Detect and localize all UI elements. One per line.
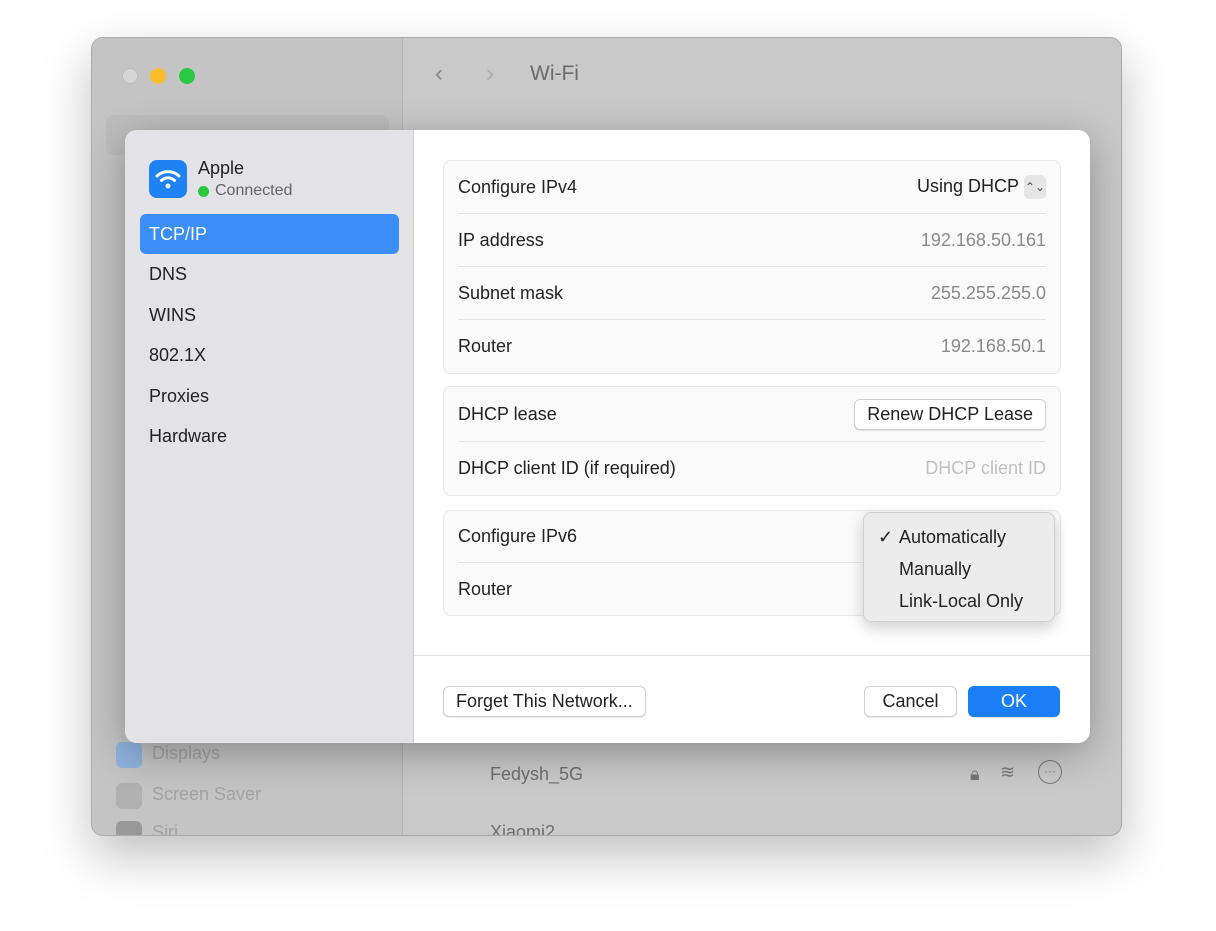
siri-icon xyxy=(116,821,142,835)
status-label: Connected xyxy=(215,182,293,199)
ip-address-row: IP address 192.168.50.161 xyxy=(458,214,1046,267)
configure-ipv4-select[interactable]: Using DHCP ⌃⌄ xyxy=(917,175,1046,199)
configure-ipv4-value: Using DHCP xyxy=(916,175,1019,196)
configure-ipv6-label: Configure IPv6 xyxy=(458,526,578,546)
sidebar-item-displays[interactable]: Displays xyxy=(152,743,220,764)
network-fedysh-5g[interactable]: Fedysh_5G xyxy=(490,764,583,785)
configure-ipv4-label: Configure IPv4 xyxy=(458,176,578,197)
displays-icon xyxy=(116,742,142,768)
menu-item-automatically[interactable]: ✓ Automatically xyxy=(864,521,1054,553)
network-xiaomi2[interactable]: Xiaomi2 xyxy=(490,822,555,835)
dhcp-group: DHCP lease Renew DHCP Lease DHCP client I… xyxy=(443,386,1061,496)
cancel-button[interactable]: Cancel xyxy=(864,686,957,717)
screen-saver-icon xyxy=(116,783,142,809)
ipv4-group: Configure IPv4 Using DHCP ⌃⌄ IP address 192… xyxy=(443,160,1061,374)
zoom-window-button[interactable] xyxy=(179,68,195,84)
dialog-footer: Forget This Network... Cancel OK xyxy=(414,655,1090,743)
lock-icon: 🔒︎ xyxy=(970,764,980,784)
subnet-mask-value: 255.255.255.0 xyxy=(930,282,1046,303)
wifi-signal-icon: ≋ xyxy=(1000,762,1016,782)
more-icon[interactable]: ··· xyxy=(1038,760,1062,784)
sidebar-item-8021x[interactable]: 802.1X xyxy=(140,335,399,375)
ip-address-label: IP address xyxy=(458,229,544,250)
network-name: Apple xyxy=(198,158,245,178)
chevron-up-down-icon: ⌃⌄ xyxy=(1024,175,1046,199)
minimize-window-button[interactable] xyxy=(150,68,166,84)
menu-item-label: Automatically xyxy=(899,527,1007,547)
forget-network-button[interactable]: Forget This Network... xyxy=(443,686,646,717)
network-details-dialog: Apple Connected TCP/IP DNS WINS 802.1X P… xyxy=(125,130,1090,743)
sidebar-item-tcpip[interactable]: TCP/IP xyxy=(140,214,399,254)
router-value: 192.168.50.1 xyxy=(940,336,1046,356)
close-window-button[interactable] xyxy=(122,68,138,84)
renew-dhcp-lease-button[interactable]: Renew DHCP Lease xyxy=(854,398,1046,430)
menu-item-manually[interactable]: Manually xyxy=(864,553,1054,585)
forward-icon[interactable]: › xyxy=(486,60,494,88)
subnet-mask-label: Subnet mask xyxy=(458,282,564,303)
configure-ipv4-row: Configure IPv4 Using DHCP ⌃⌄ xyxy=(458,161,1046,214)
sidebar-item-dns[interactable]: DNS xyxy=(140,254,399,294)
ipv6-router-label: Router xyxy=(458,578,513,599)
connection-status: Connected xyxy=(198,182,292,200)
router-label: Router xyxy=(458,336,513,356)
router-row: Router 192.168.50.1 xyxy=(458,320,1046,373)
dhcp-client-id-row: DHCP client ID (if required) DHCP client … xyxy=(458,442,1046,495)
dhcp-lease-row: DHCP lease Renew DHCP Lease xyxy=(458,387,1046,442)
dhcp-lease-label: DHCP lease xyxy=(458,403,557,424)
back-icon[interactable]: ‹ xyxy=(435,60,443,88)
menu-item-link-local-only[interactable]: Link-Local Only xyxy=(864,585,1054,617)
sidebar-item-screen-saver[interactable]: Screen Saver xyxy=(152,784,261,805)
dialog-sidebar: Apple Connected TCP/IP DNS WINS 802.1X P… xyxy=(125,130,414,743)
subnet-mask-row: Subnet mask 255.255.255.0 xyxy=(458,267,1046,320)
status-dot-icon xyxy=(198,185,209,197)
wifi-icon xyxy=(149,160,187,198)
sidebar-item-siri[interactable]: Siri xyxy=(152,822,178,835)
ip-address-value: 192.168.50.161 xyxy=(920,229,1046,250)
sidebar-item-proxies[interactable]: Proxies xyxy=(140,376,399,416)
sidebar-item-hardware[interactable]: Hardware xyxy=(140,416,399,456)
sidebar-item-wins[interactable]: WINS xyxy=(140,295,399,335)
dhcp-client-id-input[interactable]: DHCP client ID xyxy=(925,458,1046,479)
ok-button[interactable]: OK xyxy=(968,686,1060,717)
configure-ipv6-dropdown-menu: ✓ Automatically Manually Link-Local Only xyxy=(863,512,1055,622)
dhcp-client-id-label: DHCP client ID (if required) xyxy=(458,458,676,478)
window-title: Wi-Fi xyxy=(530,62,579,85)
checkmark-icon: ✓ xyxy=(878,527,894,547)
